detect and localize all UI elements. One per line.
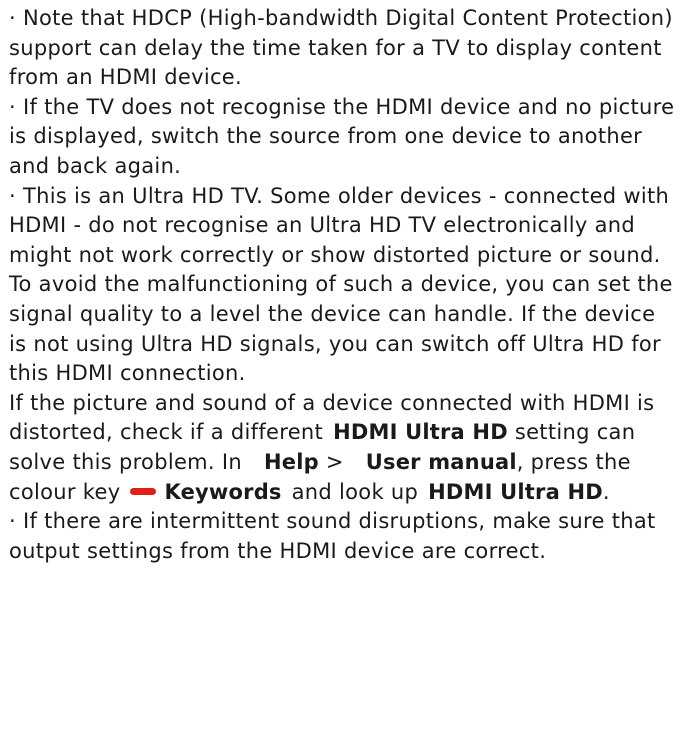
help-link[interactable]: Help [264, 450, 319, 474]
hdmi-ultra-hd-setting: HDMI Ultra HD [333, 420, 508, 445]
keywords-link[interactable]: Keywords [164, 480, 281, 504]
breadcrumb-arrow: > [325, 449, 344, 474]
user-manual-link[interactable]: User manual [366, 450, 517, 474]
manual-page: · Note that HDCP (High-bandwidth Digital… [0, 0, 681, 734]
hdmi-ultra-hd-lookup[interactable]: HDMI Ultra HD [428, 480, 603, 504]
sound-disruptions-note: · If there are intermittent sound disrup… [9, 509, 656, 563]
not-recognised-note: · If the TV does not recognise the HDMI … [9, 94, 675, 178]
red-color-key-icon [130, 488, 157, 495]
distorted-paragraph: If the picture and sound of a device con… [9, 389, 677, 507]
distorted-end: . [602, 479, 610, 504]
ultra-hd-note: · This is an Ultra HD TV. Some older dev… [9, 183, 673, 386]
hdcp-note: · Note that HDCP (High-bandwidth Digital… [9, 6, 673, 90]
distorted-text-4: and look up [291, 479, 419, 504]
